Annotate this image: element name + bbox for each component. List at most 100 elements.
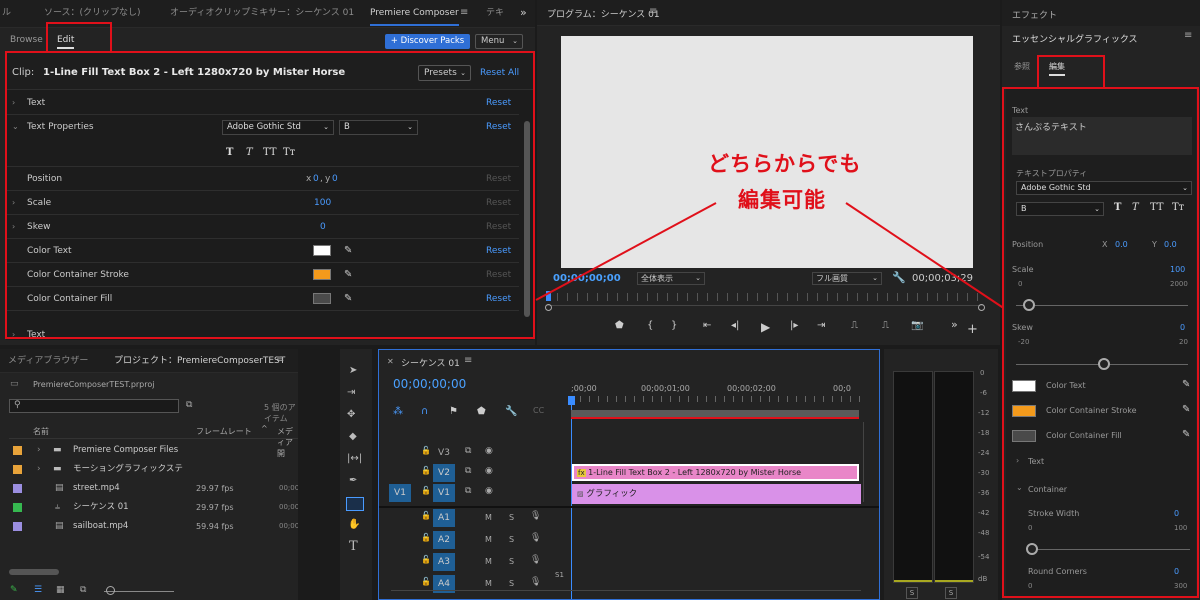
lock-icon[interactable]: 🔓: [421, 446, 431, 455]
font-style-dropdown[interactable]: B ⌄: [1016, 202, 1104, 216]
mic-icon[interactable]: 🎙: [530, 555, 541, 565]
lock-icon[interactable]: 🔓: [421, 533, 431, 542]
label-color-swatch[interactable]: [13, 446, 22, 455]
mic-icon[interactable]: 🎙: [530, 533, 541, 543]
tab-browse[interactable]: 参照: [1014, 61, 1030, 72]
label-color-swatch[interactable]: [13, 465, 22, 474]
sort-icon[interactable]: ^: [261, 424, 268, 433]
eyedropper-icon[interactable]: ✎: [1182, 404, 1190, 415]
smallcaps-icon[interactable]: Tт: [1172, 202, 1184, 213]
pen-tool-icon[interactable]: ✒: [349, 475, 357, 486]
allcaps-icon[interactable]: TT: [1150, 202, 1164, 213]
track-a2[interactable]: A2: [433, 531, 455, 549]
chevron-right-icon[interactable]: ›: [37, 441, 41, 460]
slip-tool-icon[interactable]: |↔|: [347, 453, 362, 464]
skew-slider-knob[interactable]: [1098, 358, 1110, 370]
clip-text-box[interactable]: fx 1-Line Fill Text Box 2 - Left 1280x72…: [572, 464, 859, 481]
lock-icon[interactable]: 🔓: [421, 577, 431, 586]
lock-icon[interactable]: 🔓: [421, 511, 431, 520]
mute-button[interactable]: M: [485, 557, 492, 566]
pencil-icon[interactable]: ✎: [10, 585, 18, 595]
settings-wrench-icon[interactable]: 🔧: [505, 406, 517, 417]
eye-icon[interactable]: ◉: [485, 486, 493, 496]
label-color-swatch[interactable]: [13, 484, 22, 493]
clip-graphic[interactable]: ▨ グラフィック: [572, 484, 861, 504]
eyedropper-icon[interactable]: ✎: [1182, 379, 1190, 390]
eye-icon[interactable]: ◉: [485, 466, 493, 476]
solo-button[interactable]: S: [509, 557, 514, 566]
color-text-swatch[interactable]: [1012, 380, 1036, 392]
eyedropper-icon[interactable]: ✎: [1182, 429, 1190, 440]
lock-icon[interactable]: 🔓: [421, 466, 431, 475]
lock-icon[interactable]: 🔓: [421, 555, 431, 564]
list-item[interactable]: ⫨ シーケンス 01 29.97 fps 00;00;00;00: [9, 498, 298, 517]
scale-slider-knob[interactable]: [1023, 299, 1035, 311]
playhead-handle[interactable]: [568, 396, 575, 405]
timeline-ruler[interactable]: ;00;00 00;00;01;00 00;00;02;00 00;0: [571, 380, 861, 408]
linked-selection-icon[interactable]: ⚑: [449, 406, 458, 417]
timeline-vscroll[interactable]: [863, 422, 869, 502]
project-search-input[interactable]: ⚲: [9, 399, 179, 413]
solo-right-button[interactable]: S: [945, 587, 957, 599]
chevron-right-icon[interactable]: ›: [1016, 456, 1019, 465]
col-fps[interactable]: フレームレート: [196, 426, 252, 437]
track-v1[interactable]: V1: [433, 484, 455, 502]
list-view-icon[interactable]: ☰: [34, 585, 42, 595]
skew-value[interactable]: 0: [1180, 323, 1185, 332]
mic-icon[interactable]: 🎙: [530, 577, 541, 587]
label-color-swatch[interactable]: [13, 522, 22, 531]
hand-tool-icon[interactable]: ✋: [348, 519, 360, 530]
hamburger-icon[interactable]: ≡: [276, 354, 284, 365]
ripple-edit-tool-icon[interactable]: ✥: [347, 409, 355, 420]
track-v2[interactable]: V2: [433, 464, 455, 482]
mic-icon[interactable]: 🎙: [530, 511, 541, 521]
solo-button[interactable]: S: [509, 513, 514, 522]
track-a3[interactable]: A3: [433, 553, 455, 571]
round-corners-value[interactable]: 0: [1174, 567, 1179, 576]
stroke-width-slider[interactable]: [1028, 549, 1190, 550]
solo-button[interactable]: S: [509, 579, 514, 588]
list-item[interactable]: ▤ sailboat.mp4 59.94 fps 00;00;00;00: [9, 517, 298, 536]
label-color-swatch[interactable]: [13, 503, 22, 512]
text-section-label[interactable]: Text: [1028, 457, 1044, 466]
tab-media-browser[interactable]: メディアブラウザー: [8, 349, 88, 373]
timeline-timecode[interactable]: 00;00;00;00: [393, 377, 466, 391]
scale-slider[interactable]: [1016, 305, 1188, 306]
chevron-down-icon[interactable]: ⌄: [1016, 483, 1023, 492]
sync-lock-icon[interactable]: ⧉: [465, 466, 471, 476]
italic-icon[interactable]: T: [1132, 202, 1139, 213]
track-select-tool-icon[interactable]: ⇥: [347, 387, 355, 398]
icon-view-icon[interactable]: ▦: [56, 585, 65, 595]
hamburger-icon[interactable]: ≡: [1184, 30, 1192, 41]
stroke-width-value[interactable]: 0: [1174, 509, 1179, 518]
bold-icon[interactable]: T: [1114, 202, 1121, 213]
solo-button[interactable]: S: [509, 535, 514, 544]
timeline-hscroll[interactable]: [391, 590, 861, 594]
source-v1[interactable]: V1: [389, 484, 411, 502]
tab-edit[interactable]: 編集: [1049, 61, 1065, 76]
container-section-label[interactable]: Container: [1028, 485, 1067, 494]
hamburger-icon[interactable]: ≡: [464, 355, 472, 366]
track-v3[interactable]: V3: [433, 444, 455, 462]
work-area-bar[interactable]: [571, 410, 859, 417]
list-item[interactable]: › ▬ モーショングラフィックステ: [9, 460, 298, 479]
tab-project[interactable]: プロジェクト：PremiereComposerTEST: [114, 349, 285, 373]
lock-icon[interactable]: 🔓: [421, 486, 431, 495]
razor-tool-icon[interactable]: ◆: [349, 431, 357, 442]
font-dropdown[interactable]: Adobe Gothic Std ⌄: [1016, 181, 1192, 195]
list-item[interactable]: ▤ street.mp4 29.97 fps 00;00;00;00: [9, 479, 298, 498]
position-y-value[interactable]: 0.0: [1164, 240, 1177, 249]
add-marker-icon[interactable]: ⬟: [477, 406, 486, 417]
selection-tool-icon[interactable]: ➤: [349, 365, 357, 376]
list-item[interactable]: › ▬ Premiere Composer Files: [9, 441, 298, 460]
freeform-view-icon[interactable]: ⧉: [80, 585, 86, 595]
text-input[interactable]: さんぷるテキスト: [1012, 117, 1192, 155]
chevron-right-icon[interactable]: ›: [37, 460, 41, 479]
rectangle-tool-icon[interactable]: [346, 497, 364, 511]
close-icon[interactable]: ✕: [387, 357, 394, 366]
sync-lock-icon[interactable]: ⧉: [465, 446, 471, 456]
new-bin-from-search-icon[interactable]: ⧉: [186, 400, 192, 410]
effects-title[interactable]: エフェクト: [1012, 8, 1057, 21]
nest-icon[interactable]: ⁂: [393, 406, 403, 417]
sync-lock-icon[interactable]: ⧉: [465, 486, 471, 496]
